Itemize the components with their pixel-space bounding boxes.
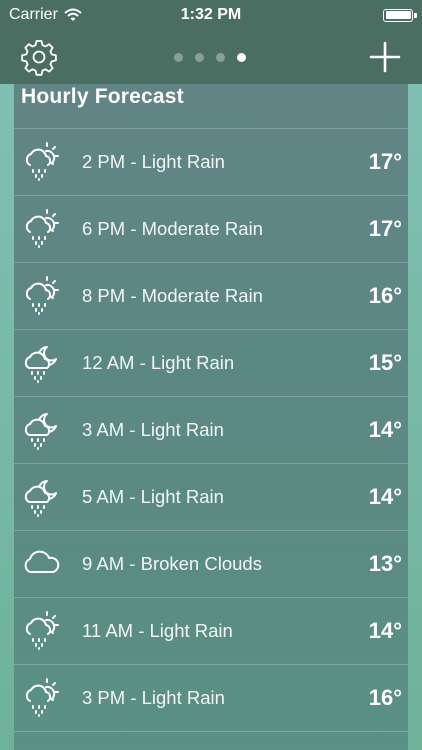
- cloud-icon: [20, 542, 62, 584]
- forecast-label: 3 AM - Light Rain: [82, 419, 224, 440]
- forecast-row[interactable]: 11 AM - Light Rain 14°: [14, 598, 408, 665]
- forecast-temp: 14°: [368, 618, 402, 643]
- sun-rain-icon: [20, 676, 62, 718]
- forecast-row[interactable]: 8 PM - Moderate Rain 16°: [14, 263, 408, 330]
- forecast-label: 5 AM - Light Rain: [82, 486, 224, 507]
- forecast-label: 3 PM - Light Rain: [82, 687, 225, 708]
- forecast-temp: 16°: [368, 685, 402, 710]
- nav-bar: [0, 30, 422, 84]
- forecast-label: 2 PM - Light Rain: [82, 151, 225, 172]
- moon-rain-icon: [20, 475, 62, 517]
- forecast-temp: 14°: [368, 417, 402, 442]
- status-bar: Carrier 1:32 PM: [0, 0, 422, 30]
- wifi-icon: [64, 8, 82, 21]
- sun-rain-icon: [20, 207, 62, 249]
- sun-rain-icon: [20, 140, 62, 182]
- page-dot[interactable]: [174, 53, 183, 62]
- forecast-temp: 16°: [368, 283, 402, 308]
- forecast-row[interactable]: 6 PM - Moderate Rain 17°: [14, 196, 408, 263]
- forecast-row[interactable]: 5 AM - Light Rain 14°: [14, 464, 408, 531]
- forecast-row[interactable]: 9 AM - Broken Clouds 13°: [14, 531, 408, 598]
- forecast-temp: 15°: [368, 350, 402, 375]
- hourly-forecast-list[interactable]: 2 PM - Light Rain 17° 6 PM - Moderate Rai…: [14, 128, 408, 732]
- forecast-row[interactable]: 12 AM - Light Rain 15°: [14, 330, 408, 397]
- moon-rain-icon: [20, 408, 62, 450]
- forecast-label: 12 AM - Light Rain: [82, 352, 235, 373]
- forecast-label: 6 PM - Moderate Rain: [82, 218, 263, 239]
- page-dot[interactable]: [216, 53, 225, 62]
- forecast-temp: 17°: [368, 149, 402, 174]
- side-margin-right: [408, 84, 422, 750]
- forecast-row[interactable]: 2 PM - Light Rain 17°: [14, 128, 408, 196]
- moon-rain-icon: [20, 341, 62, 383]
- page-dot-active[interactable]: [237, 53, 246, 62]
- page-indicator[interactable]: [0, 53, 421, 62]
- plus-icon: [369, 41, 401, 73]
- forecast-label: 11 AM - Light Rain: [82, 620, 233, 641]
- forecast-label: 9 AM - Broken Clouds: [82, 553, 262, 574]
- section-title: Hourly Forecast: [21, 85, 184, 108]
- battery-icon: [383, 8, 417, 22]
- forecast-temp: 17°: [368, 216, 402, 241]
- forecast-temp: 14°: [368, 484, 402, 509]
- add-location-button[interactable]: [368, 40, 402, 74]
- carrier-label: Carrier: [9, 6, 58, 23]
- sun-rain-icon: [20, 609, 62, 651]
- forecast-row[interactable]: 3 PM - Light Rain 16°: [14, 665, 408, 732]
- forecast-row[interactable]: 3 AM - Light Rain 14°: [14, 397, 408, 464]
- side-margin-left: [0, 84, 14, 750]
- status-left: Carrier: [9, 6, 82, 24]
- forecast-label: 8 PM - Moderate Rain: [82, 285, 263, 306]
- page-dot[interactable]: [195, 53, 204, 62]
- forecast-temp: 13°: [368, 551, 402, 576]
- sun-rain-icon: [20, 274, 62, 316]
